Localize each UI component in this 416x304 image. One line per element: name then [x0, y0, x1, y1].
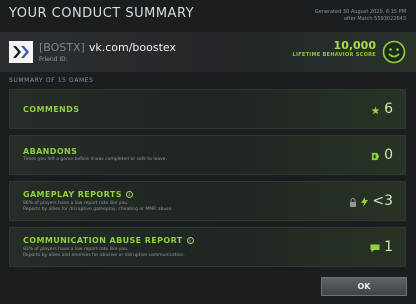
info-icon[interactable]: i: [125, 191, 133, 198]
generated-date: Generated 30 August 2020, 6:15 PM: [314, 9, 406, 15]
behavior-score-label: LIFETIME BEHAVIOR SCORE: [292, 52, 376, 58]
summary-label: SUMMARY OF 15 GAMES: [9, 77, 94, 84]
abandons-title: ABANDONS: [23, 147, 78, 156]
abandons-value: 0: [384, 147, 393, 163]
match-id: after Match 5593022643: [343, 16, 406, 22]
commends-panel: COMMENDS 6: [9, 89, 406, 129]
commends-title: COMMENDS: [23, 105, 80, 114]
lock-icon: [349, 192, 357, 211]
friend-id: Friend ID:: [39, 56, 68, 63]
bolt-icon: [361, 192, 369, 211]
chat-icon: [370, 238, 380, 257]
behavior-score-value: 10,000: [333, 39, 376, 52]
info-icon[interactable]: i: [186, 237, 194, 244]
communication-abuse-desc: 83% of players have a low report rate li…: [23, 247, 185, 259]
gameplay-reports-title: GAMEPLAY REPORTS i: [23, 190, 133, 199]
team-tag: [BOSTX]: [39, 41, 85, 54]
star-icon: [371, 100, 380, 119]
communication-abuse-title: COMMUNICATION ABUSE REPORT i: [23, 236, 194, 245]
communication-abuse-label: COMMUNICATION ABUSE REPORT: [23, 236, 183, 245]
abandons-desc: Times you left a game before it was comp…: [23, 157, 167, 162]
gameplay-reports-desc: 86% of players have a low report rate li…: [23, 201, 173, 213]
commends-value: 6: [384, 101, 393, 117]
communication-abuse-explain: Reports by allies and enemies for abusiv…: [23, 253, 185, 258]
gameplay-reports-panel: GAMEPLAY REPORTS i 86% of players have a …: [9, 181, 406, 221]
avatar: [9, 41, 33, 63]
gameplay-reports-label: GAMEPLAY REPORTS: [23, 190, 122, 199]
player-name-line: [BOSTX] vk.com/boostex: [39, 41, 176, 54]
ok-button[interactable]: OK: [321, 277, 407, 296]
header-title: YOUR CONDUCT SUMMARY: [9, 6, 195, 21]
gameplay-reports-value: <3: [372, 193, 393, 209]
profile-row: [BOSTX] vk.com/boostex Friend ID: 10,000 …: [0, 32, 416, 72]
generated-info: Generated 30 August 2020, 6:15 PM after …: [315, 9, 406, 23]
communication-abuse-panel: COMMUNICATION ABUSE REPORT i 83% of playe…: [9, 227, 406, 267]
smiley-icon: [382, 40, 406, 68]
abandon-icon: [371, 146, 380, 165]
player-name: vk.com/boostex: [88, 41, 176, 54]
communication-abuse-value: 1: [384, 239, 393, 255]
abandons-panel: ABANDONS Times you left a game before it…: [9, 135, 406, 175]
behavior-score: 10,000 LIFETIME BEHAVIOR SCORE: [292, 39, 376, 59]
gameplay-reports-explain: Reports by allies for disruptive gamepla…: [23, 207, 173, 212]
